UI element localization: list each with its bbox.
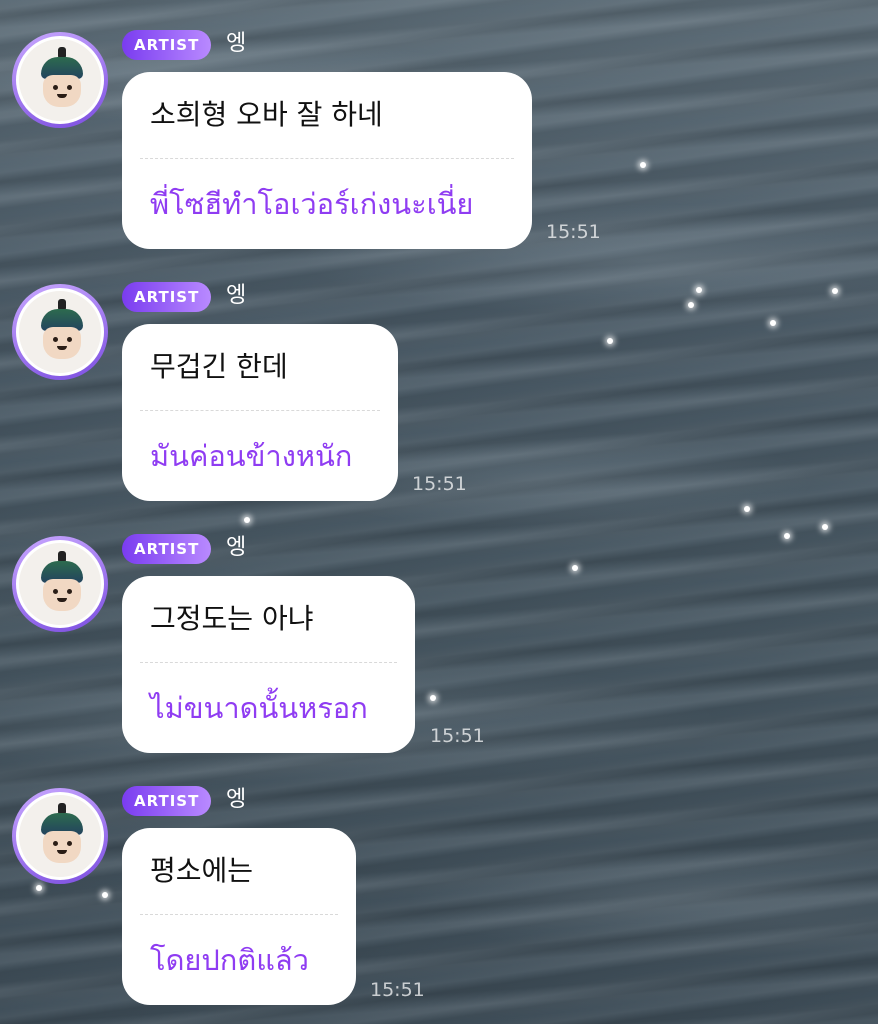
artist-badge: ARTIST bbox=[122, 282, 212, 312]
water-sparkle bbox=[696, 287, 702, 293]
sender-name: 엥 bbox=[226, 535, 247, 560]
translation-text: พี่โซฮีทำโอเว่อร์เก่งนะเนี่ย bbox=[150, 187, 474, 221]
water-sparkle bbox=[832, 288, 838, 294]
water-sparkle bbox=[607, 338, 613, 344]
sender-name: 엥 bbox=[226, 787, 247, 812]
message-timestamp: 15:51 bbox=[430, 725, 485, 747]
artist-avatar[interactable] bbox=[12, 284, 108, 380]
water-sparkle bbox=[784, 533, 790, 539]
translation-text: มันค่อนข้างหนัก bbox=[150, 439, 353, 473]
message-bubble[interactable]: 그정도는 아냐 ไม่ขนาดนั้นหรอก bbox=[122, 576, 415, 753]
original-text: 소희형 오바 잘 하네 bbox=[150, 98, 383, 131]
original-text: 그정도는 아냐 bbox=[150, 602, 314, 635]
artist-badge: ARTIST bbox=[122, 786, 212, 816]
message-timestamp: 15:51 bbox=[412, 473, 467, 495]
water-sparkle bbox=[640, 162, 646, 168]
sender-name: 엥 bbox=[226, 283, 247, 308]
mushroom-character-icon bbox=[16, 540, 104, 628]
message-bubble[interactable]: 소희형 오바 잘 하네 พี่โซฮีทำโอเว่อร์เก่งนะเนี่ย bbox=[122, 72, 532, 249]
water-sparkle bbox=[430, 695, 436, 701]
translation-text: โดยปกติแล้ว bbox=[150, 943, 309, 977]
artist-badge: ARTIST bbox=[122, 30, 212, 60]
water-sparkle bbox=[822, 524, 828, 530]
water-sparkle bbox=[102, 892, 108, 898]
translation-text: ไม่ขนาดนั้นหรอก bbox=[150, 691, 368, 725]
sender-name: 엥 bbox=[226, 31, 247, 56]
message-bubble[interactable]: 무겁긴 한데 มันค่อนข้างหนัก bbox=[122, 324, 398, 501]
water-sparkle bbox=[572, 565, 578, 571]
artist-badge: ARTIST bbox=[122, 534, 212, 564]
original-text: 무겁긴 한데 bbox=[150, 350, 288, 383]
water-sparkle bbox=[36, 885, 42, 891]
message-timestamp: 15:51 bbox=[546, 221, 601, 243]
water-sparkle bbox=[244, 517, 250, 523]
mushroom-character-icon bbox=[16, 792, 104, 880]
mushroom-character-icon bbox=[16, 288, 104, 376]
message-bubble[interactable]: 평소에는 โดยปกติแล้ว bbox=[122, 828, 356, 1005]
artist-avatar[interactable] bbox=[12, 32, 108, 128]
mushroom-character-icon bbox=[16, 36, 104, 124]
original-text: 평소에는 bbox=[150, 854, 254, 887]
water-sparkle bbox=[744, 506, 750, 512]
artist-avatar[interactable] bbox=[12, 788, 108, 884]
water-sparkle bbox=[770, 320, 776, 326]
artist-avatar[interactable] bbox=[12, 536, 108, 632]
water-sparkle bbox=[688, 302, 694, 308]
message-timestamp: 15:51 bbox=[370, 979, 425, 1001]
